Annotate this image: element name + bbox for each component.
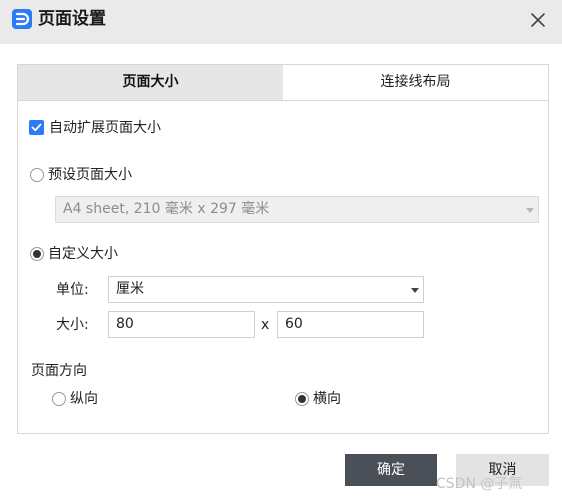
ok-button[interactable]: 确定	[345, 454, 437, 486]
checkmark-icon	[31, 123, 42, 132]
auto-expand-label: 自动扩展页面大小	[49, 120, 161, 136]
tab-connector-layout[interactable]: 连接线布局	[283, 65, 548, 100]
preset-size-dropdown[interactable]: A4 sheet, 210 毫米 x 297 毫米	[55, 196, 539, 223]
chevron-down-icon	[411, 288, 419, 293]
tab-bar: 页面大小 连接线布局	[18, 65, 548, 101]
unit-label: 单位:	[56, 282, 89, 298]
unit-dropdown[interactable]: 厘米	[108, 276, 424, 303]
tab-page-size[interactable]: 页面大小	[18, 65, 283, 100]
landscape-radio[interactable]	[295, 392, 309, 406]
portrait-radio[interactable]	[52, 392, 66, 406]
preset-size-label: 预设页面大小	[48, 167, 132, 183]
unit-value: 厘米	[116, 281, 144, 297]
width-value: 80	[116, 316, 134, 332]
custom-size-label: 自定义大小	[48, 246, 118, 262]
width-input[interactable]: 80	[108, 311, 255, 338]
height-value: 60	[285, 316, 303, 332]
custom-size-radio[interactable]	[30, 247, 44, 261]
size-separator: x	[261, 317, 270, 333]
dialog-title: 页面设置	[38, 9, 106, 29]
portrait-label: 纵向	[70, 391, 98, 407]
title-bar: 页面设置	[0, 0, 562, 44]
watermark-text: CSDN @子氚	[436, 476, 523, 492]
chevron-down-icon	[526, 208, 534, 213]
preset-size-radio[interactable]	[30, 168, 44, 182]
landscape-label: 横向	[313, 391, 341, 407]
auto-expand-checkbox[interactable]	[29, 120, 44, 135]
size-label: 大小:	[56, 317, 89, 333]
app-logo-icon	[12, 9, 32, 29]
close-icon[interactable]	[526, 8, 550, 32]
height-input[interactable]: 60	[277, 311, 424, 338]
preset-size-value: A4 sheet, 210 毫米 x 297 毫米	[63, 201, 270, 217]
orientation-title: 页面方向	[31, 363, 87, 379]
